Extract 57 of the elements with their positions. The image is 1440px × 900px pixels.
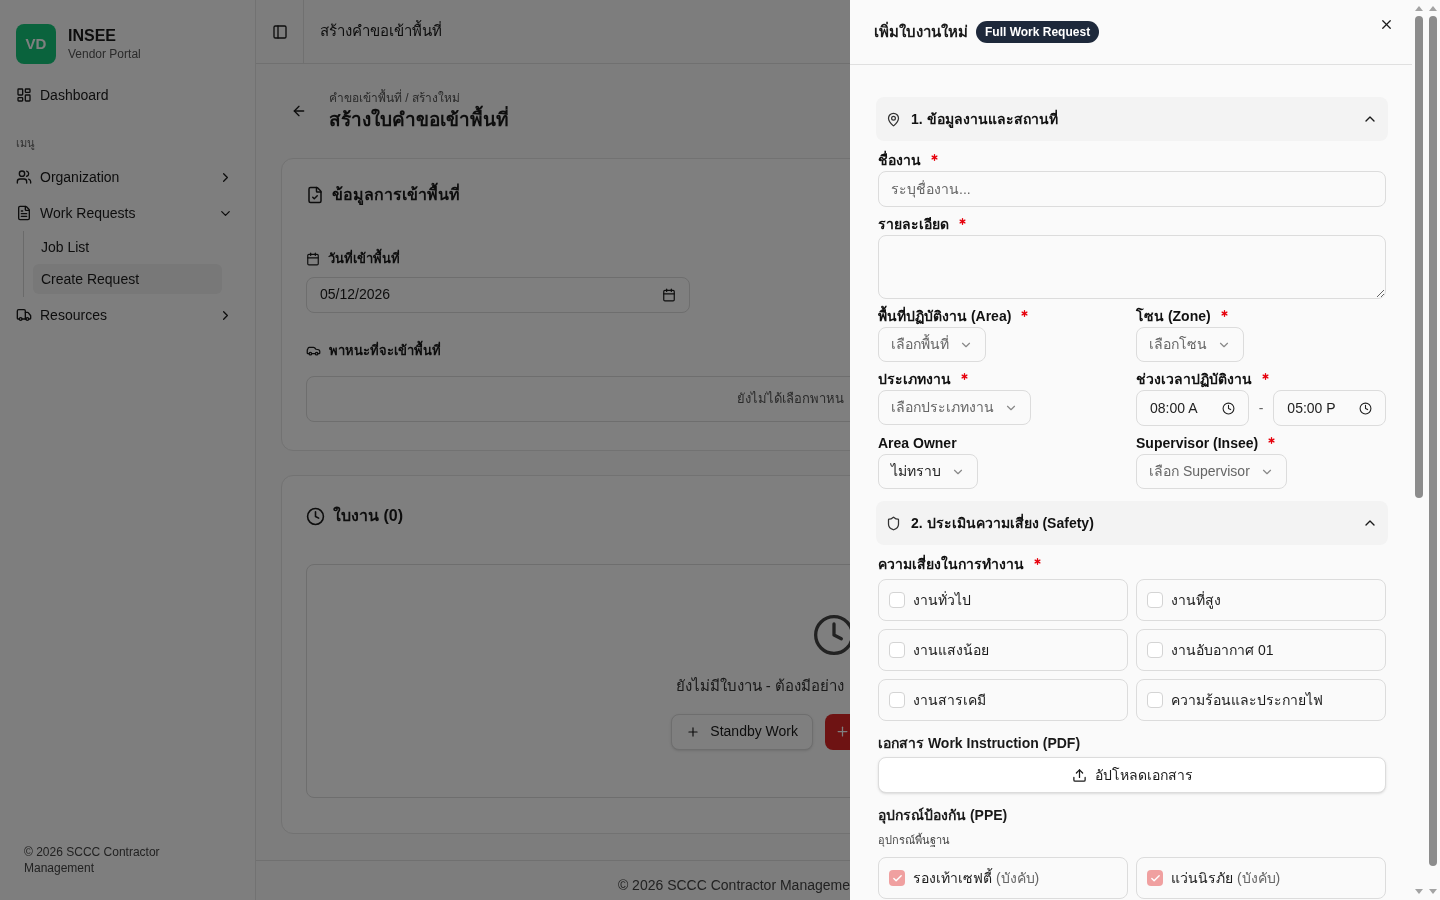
field-label: ประเภทงาน: [878, 369, 951, 389]
app-logo: VD: [16, 24, 56, 64]
nav-subitem[interactable]: Job List: [33, 232, 222, 262]
nav-item[interactable]: Organization: [16, 159, 239, 195]
field-label: อุปกรณ์ป้องกัน (PPE): [878, 807, 1008, 823]
page-title: สร้างคำขอเข้าพื้นที่: [320, 20, 442, 42]
field-sublabel: อุปกรณ์พื้นฐาน: [878, 834, 950, 846]
field-label: เอกสาร Work Instruction (PDF): [878, 735, 1081, 751]
brand-name: INSEE: [68, 26, 117, 46]
page-footer: © 2026 SCCC Contractor Manageme: [617, 875, 850, 896]
select-field[interactable]: เลือกประเภทงาน: [878, 390, 1031, 425]
time-field[interactable]: 05:00 P: [1273, 390, 1386, 426]
section-label: เมนู: [16, 136, 36, 152]
risk-option[interactable]: งานสารเคมี: [878, 679, 1128, 721]
card-title: ข้อมูลการเข้าพื้นที่: [332, 183, 460, 207]
drawer-title: เพิ่มใบงานใหม่: [874, 20, 968, 42]
risk-option[interactable]: งานอับอากาศ 01: [1136, 629, 1386, 671]
vehicle-empty-box: ยังไม่ได้เลือกพาหน: [306, 376, 850, 422]
page-heading: สร้างใบคำขอเข้าพื้นที่: [329, 107, 509, 133]
card-title: ใบงาน (0): [333, 505, 403, 526]
field-label: รายละเอียด: [878, 214, 949, 234]
select-field[interactable]: เลือกโซน: [1136, 327, 1244, 362]
brand-subtitle: Vendor Portal: [68, 46, 141, 62]
nav-item[interactable]: Dashboard: [16, 79, 239, 111]
field-label: ชื่องาน: [878, 149, 921, 170]
ppe-option[interactable]: รองเท้าเซฟตี้ (บังคับ): [878, 857, 1128, 899]
nav-subitem[interactable]: Create Request: [33, 264, 222, 294]
field-label: ความเสี่ยงในการทำงาน: [878, 553, 1024, 574]
nav-item[interactable]: Resources: [16, 297, 239, 333]
field-label: Supervisor (Insee): [1136, 433, 1259, 453]
risk-option[interactable]: งานแสงน้อย: [878, 629, 1128, 671]
section-header[interactable]: 1. ข้อมูลงานและสถานที่: [876, 97, 1388, 141]
risk-option[interactable]: งานที่สูง: [1136, 579, 1386, 621]
section-header[interactable]: 2. ประเมินความเสี่ยง (Safety): [876, 501, 1388, 545]
time-field[interactable]: 08:00 A: [1136, 390, 1249, 426]
field-label: ช่วงเวลาปฏิบัติงาน: [1136, 369, 1252, 390]
field-label: พาหนะที่จะเข้าพื้นที่: [329, 340, 441, 360]
risk-option[interactable]: งานทั่วไป: [878, 579, 1128, 621]
select-field[interactable]: เลือก Supervisor: [1136, 454, 1287, 489]
ppe-option[interactable]: แว่นนิรภัย (บังคับ): [1136, 857, 1386, 899]
range-separator: -: [1258, 398, 1264, 418]
standby-work-button[interactable]: Standby Work: [671, 713, 813, 750]
field-label: วันที่เข้าพื้นที่: [328, 249, 400, 269]
sidebar-footer: © 2026 SCCC Contractor Management: [24, 844, 184, 876]
date-field[interactable]: 05/12/2026: [306, 276, 690, 313]
empty-message: ยังไม่มีใบงาน - ต้องมีอย่าง: [675, 676, 844, 696]
badge: Full Work Request: [976, 21, 1100, 43]
risk-option[interactable]: ความร้อนและประกายไฟ: [1136, 679, 1386, 721]
upload-button[interactable]: อัปโหลดเอกสาร: [878, 757, 1386, 793]
text-field[interactable]: ระบุชื่องาน...: [878, 171, 1386, 207]
select-field[interactable]: เลือกพื้นที่: [878, 327, 986, 362]
breadcrumb: คำขอเข้าพื้นที่ / สร้างใหม่: [329, 89, 461, 105]
field-label: โซน (Zone): [1136, 306, 1211, 326]
field-label: พื้นที่ปฏิบัติงาน (Area): [878, 305, 1012, 327]
field-label: Area Owner: [878, 433, 957, 453]
select-field[interactable]: ไม่ทราบ: [878, 454, 978, 489]
nav-item[interactable]: Work Requests: [16, 195, 239, 231]
